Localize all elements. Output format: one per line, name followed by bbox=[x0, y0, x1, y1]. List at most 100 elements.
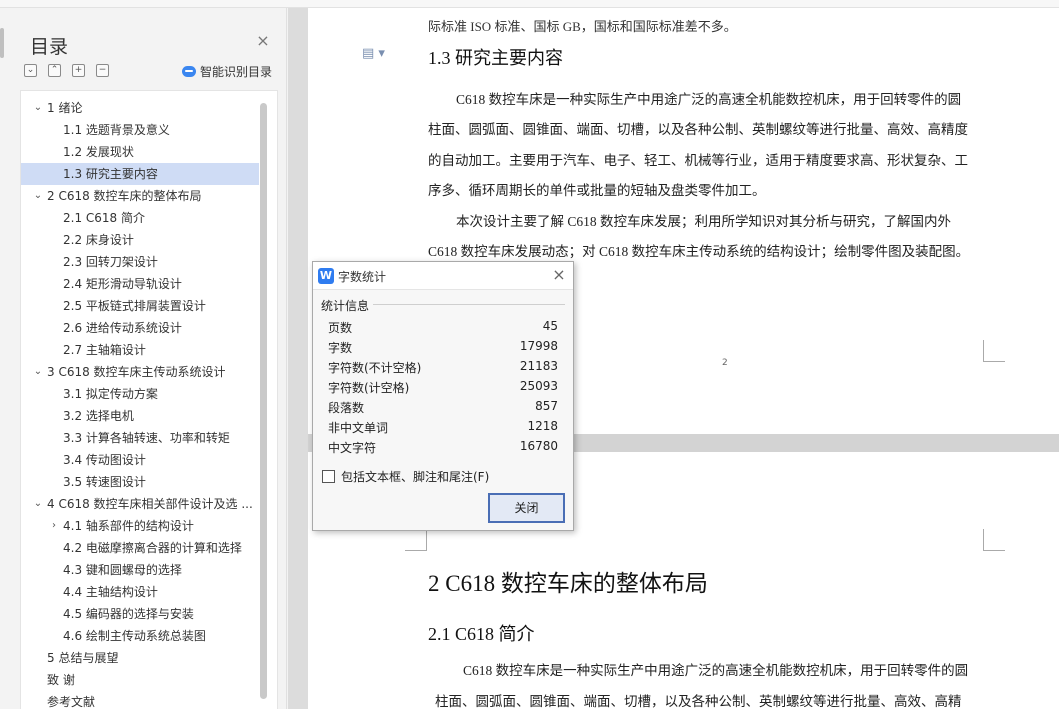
toc-item[interactable]: 4.2 电磁摩擦离合器的计算和选择 bbox=[21, 537, 259, 559]
toc-item-label: 2.6 进给传动系统设计 bbox=[63, 321, 182, 335]
toc-item[interactable]: 5 总结与展望 bbox=[21, 647, 259, 669]
close-button[interactable]: 关闭 bbox=[488, 493, 565, 523]
toc-item[interactable]: ⌄ 2 C618 数控车床的整体布局 bbox=[21, 185, 259, 207]
include-textbox-option[interactable]: 包括文本框、脚注和尾注(F) bbox=[322, 468, 489, 484]
smart-toc-button[interactable]: 智能识别目录 bbox=[182, 63, 272, 80]
remove-heading-icon[interactable]: − bbox=[96, 64, 109, 77]
toc-item[interactable]: 4.3 键和圆螺母的选择 bbox=[21, 559, 259, 581]
toc-item-label: 4.6 绘制主传动系统总装图 bbox=[63, 629, 206, 643]
collapse-all-icon[interactable]: ⌃ bbox=[48, 64, 61, 77]
dialog-titlebar[interactable]: W 字数统计 × bbox=[313, 262, 573, 290]
toc-item[interactable]: 3.2 选择电机 bbox=[21, 405, 259, 427]
add-heading-icon[interactable]: + bbox=[72, 64, 85, 77]
stat-value: 21183 bbox=[519, 359, 558, 373]
toc-item[interactable]: ⌄ 1 绪论 bbox=[21, 97, 259, 119]
chapter-heading-2: 2 C618 数控车床的整体布局 bbox=[428, 571, 708, 596]
outline-pane: 目录 × ⌄ ⌃ + − 智能识别目录 ⌄ 1 绪论 1.1 选题背景及意义 1.2 … bbox=[0, 8, 287, 709]
stat-label: 字符数(不计空格) bbox=[328, 361, 422, 375]
toc-item[interactable]: 3.4 传动图设计 bbox=[21, 449, 259, 471]
toc-item[interactable]: 1.3 研究主要内容 bbox=[21, 163, 259, 185]
expand-all-icon[interactable]: ⌄ bbox=[24, 64, 37, 77]
stat-row-chars-no-space: 字符数(不计空格) 21183 bbox=[328, 357, 558, 377]
wps-logo-icon: W bbox=[318, 268, 334, 284]
body-line: 序多、循环周期长的单件或批量的短轴及盘类零件加工。 bbox=[428, 183, 766, 198]
body-line: C618 数控车床发展动态；对 C618 数控车床主传动系统的结构设计；绘制零件… bbox=[428, 244, 970, 259]
stat-row-paragraphs: 段落数 857 bbox=[328, 397, 558, 417]
close-icon[interactable]: × bbox=[256, 33, 270, 49]
toc-item-label: 2.4 矩形滑动导轨设计 bbox=[63, 277, 182, 291]
toc-item[interactable]: 3.3 计算各轴转速、功率和转矩 bbox=[21, 427, 259, 449]
stat-row-non-chinese-words: 非中文单词 1218 bbox=[328, 417, 558, 437]
toc-item[interactable]: 参考文献 bbox=[21, 691, 259, 709]
toc-item-label: 致 谢 bbox=[47, 673, 75, 687]
toc-item[interactable]: 3.5 转速图设计 bbox=[21, 471, 259, 493]
chevron-down-icon[interactable]: ⌄ bbox=[33, 493, 43, 515]
toc-item-label: 4.3 键和圆螺母的选择 bbox=[63, 563, 182, 577]
toc-item-label: 1.1 选题背景及意义 bbox=[63, 123, 170, 137]
section-heading-1-3: 1.3 研究主要内容 bbox=[428, 48, 563, 68]
toc-item[interactable]: ⌄ 3 C618 数控车床主传动系统设计 bbox=[21, 361, 259, 383]
section-heading-2-1: 2.1 C618 简介 bbox=[428, 624, 535, 644]
chevron-down-icon[interactable]: ⌄ bbox=[33, 97, 43, 119]
toc-scrollbar[interactable] bbox=[260, 103, 267, 699]
stat-value: 45 bbox=[542, 319, 558, 333]
toc-item[interactable]: 1.1 选题背景及意义 bbox=[21, 119, 259, 141]
outline-title: 目录 bbox=[30, 36, 69, 58]
toc-item-label: 1.2 发展现状 bbox=[63, 145, 134, 159]
smart-toc-label: 智能识别目录 bbox=[200, 65, 273, 79]
toc-item[interactable]: 致 谢 bbox=[21, 669, 259, 691]
body-line: 柱面、圆弧面、圆锥面、端面、切槽，以及各种公制、英制螺纹等进行批量、高效、高精 bbox=[435, 694, 962, 709]
toc-list: ⌄ 1 绪论 1.1 选题背景及意义 1.2 发展现状 1.3 研究主要内容 ⌄ 2 C61… bbox=[21, 97, 259, 709]
cloud-ai-icon bbox=[182, 66, 196, 77]
toc-item[interactable]: 1.2 发展现状 bbox=[21, 141, 259, 163]
toc-item[interactable]: 2.1 C618 简介 bbox=[21, 207, 259, 229]
toc-item[interactable]: 3.1 拟定传动方案 bbox=[21, 383, 259, 405]
toc-item-label: 4.4 主轴结构设计 bbox=[63, 585, 158, 599]
stats-group-label: 统计信息 bbox=[321, 299, 370, 313]
chevron-down-icon[interactable]: ⌄ bbox=[33, 185, 43, 207]
toc-item[interactable]: 2.6 进给传动系统设计 bbox=[21, 317, 259, 339]
toc-item[interactable]: 4.5 编码器的选择与安装 bbox=[21, 603, 259, 625]
toc-item[interactable]: ⌄ 4 C618 数控车床相关部件设计及选 ... bbox=[21, 493, 259, 515]
toc-item-label: 3.2 选择电机 bbox=[63, 409, 134, 423]
stat-value: 25093 bbox=[519, 379, 558, 393]
toc-item[interactable]: 2.5 平板链式排屑装置设计 bbox=[21, 295, 259, 317]
toc-item-label: 3.5 转速图设计 bbox=[63, 475, 146, 489]
toc-item-label: 2.1 C618 简介 bbox=[63, 211, 145, 225]
toc-item[interactable]: › 4.1 轴系部件的结构设计 bbox=[21, 515, 259, 537]
toc-item[interactable]: 2.2 床身设计 bbox=[21, 229, 259, 251]
close-icon[interactable]: × bbox=[551, 266, 567, 284]
toc-item-label: 3.4 传动图设计 bbox=[63, 453, 146, 467]
toc-item-label: 参考文献 bbox=[47, 695, 96, 709]
toc-item[interactable]: 4.6 绘制主传动系统总装图 bbox=[21, 625, 259, 647]
stat-label: 页数 bbox=[328, 321, 353, 335]
stat-label: 段落数 bbox=[328, 401, 365, 415]
stat-value: 857 bbox=[535, 399, 558, 413]
stat-label: 中文字符 bbox=[328, 441, 377, 455]
toc-item-label: 1.3 研究主要内容 bbox=[63, 167, 158, 181]
toc-item-label: 3.3 计算各轴转速、功率和转矩 bbox=[63, 431, 230, 445]
stat-value: 17998 bbox=[519, 339, 558, 353]
toc-item[interactable]: 2.3 回转刀架设计 bbox=[21, 251, 259, 273]
pane-resize-grip[interactable] bbox=[0, 28, 4, 58]
stat-label: 字数 bbox=[328, 341, 353, 355]
include-textbox-label[interactable]: 包括文本框、脚注和尾注(F) bbox=[341, 468, 489, 485]
toc-item[interactable]: 2.7 主轴箱设计 bbox=[21, 339, 259, 361]
include-textbox-checkbox[interactable] bbox=[322, 469, 335, 483]
stat-row-chars-with-space: 字符数(计空格) 25093 bbox=[328, 377, 558, 397]
toc-item[interactable]: 4.4 主轴结构设计 bbox=[21, 581, 259, 603]
wps-writer-window: 目录 × ⌄ ⌃ + − 智能识别目录 ⌄ 1 绪论 1.1 选题背景及意义 1.2 … bbox=[0, 0, 1059, 709]
chevron-down-icon[interactable]: ⌄ bbox=[33, 361, 43, 383]
chevron-right-icon[interactable]: › bbox=[49, 515, 59, 537]
stat-row-words: 字数 17998 bbox=[328, 337, 558, 357]
body-line: C618 数控车床是一种实际生产中用途广泛的高速全机能数控机床，用于回转零件的圆 bbox=[463, 663, 969, 678]
stat-row-chinese-chars: 中文字符 16780 bbox=[328, 437, 558, 457]
toc-item[interactable]: 2.4 矩形滑动导轨设计 bbox=[21, 273, 259, 295]
toc-item-label: 3.1 拟定传动方案 bbox=[63, 387, 158, 401]
stat-label: 字符数(计空格) bbox=[328, 381, 410, 395]
toc-item-label: 2.3 回转刀架设计 bbox=[63, 255, 158, 269]
paragraph-menu-icon[interactable]: ▤ ▾ bbox=[362, 46, 385, 61]
body-line: 本次设计主要了解 C618 数控车床发展；利用所学知识对其分析与研究，了解国内外 bbox=[456, 214, 952, 229]
stat-value: 16780 bbox=[519, 439, 558, 453]
body-line: 柱面、圆弧面、圆锥面、端面、切槽，以及各种公制、英制螺纹等进行批量、高效、高精度 bbox=[428, 122, 968, 137]
